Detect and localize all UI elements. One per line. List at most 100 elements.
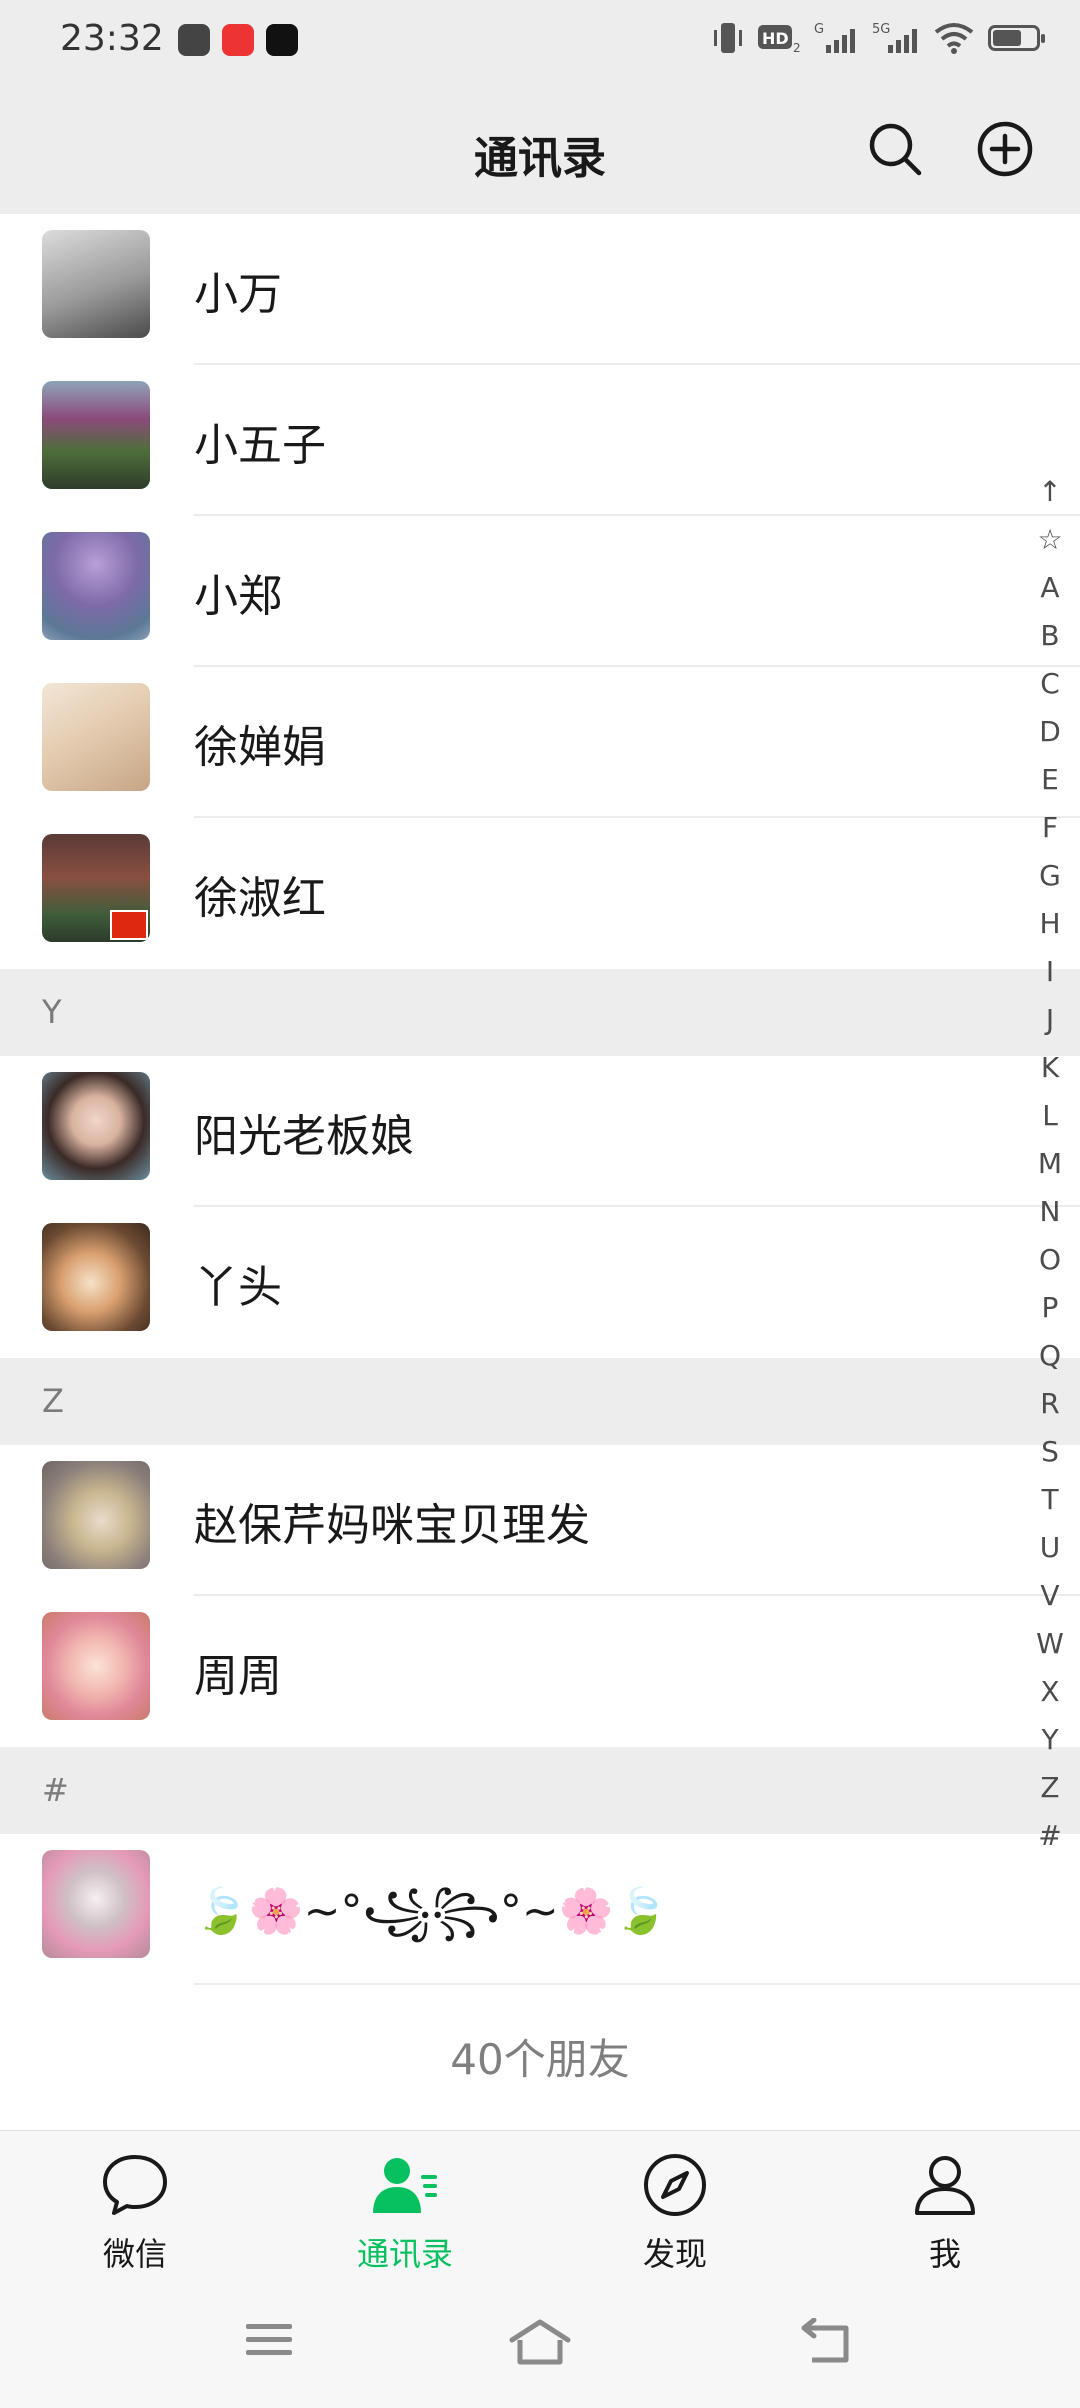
back-icon[interactable] (798, 2318, 852, 2366)
battery-icon (988, 25, 1045, 51)
avatar (42, 1461, 150, 1569)
contact-row[interactable]: 阳光老板娘 (0, 1056, 1080, 1207)
index-letter[interactable]: R (1030, 1380, 1070, 1428)
contact-name: 小万 (194, 269, 282, 320)
contact-row[interactable]: 🍃🌸~°꧁꧂°~🌸🍃 (0, 1834, 1080, 1985)
contact-name: 小五子 (194, 420, 326, 471)
svg-text:HD: HD (762, 29, 789, 48)
index-letter[interactable]: Q (1030, 1332, 1070, 1380)
index-letter[interactable]: M (1030, 1140, 1070, 1188)
tab-label: 通讯录 (356, 2235, 453, 2273)
section-letter: Z (42, 1382, 64, 1420)
index-letter[interactable]: # (1030, 1812, 1070, 1860)
tab-me[interactable]: 我 (845, 2131, 1045, 2279)
section-header: # (0, 1747, 1080, 1834)
status-app-icons (178, 24, 298, 56)
index-letter[interactable]: H (1030, 900, 1070, 948)
flag-badge (110, 910, 148, 940)
contact-row[interactable]: 小郑 (0, 516, 1080, 667)
contact-row[interactable]: 丫头 (0, 1207, 1080, 1358)
status-bar: 23:32 HD 2 G 5G (0, 0, 1080, 84)
avatar (42, 381, 150, 489)
avatar (42, 532, 150, 640)
avatar (42, 1850, 150, 1958)
contact-name: 周周 (194, 1651, 282, 1702)
index-letter[interactable]: B (1030, 612, 1070, 660)
index-letter[interactable]: Y (1030, 1716, 1070, 1764)
index-letter[interactable]: Z (1030, 1764, 1070, 1812)
section-header: Z (0, 1358, 1080, 1445)
index-letter[interactable]: ↑ (1030, 468, 1070, 516)
avatar (42, 1072, 150, 1180)
contact-name: 阳光老板娘 (194, 1111, 414, 1162)
wifi-icon (934, 23, 974, 54)
home-icon[interactable] (508, 2318, 572, 2366)
index-letter[interactable]: V (1030, 1572, 1070, 1620)
contact-name: 徐淑红 (194, 873, 326, 924)
status-time: 23:32 (60, 18, 164, 59)
index-letter[interactable]: J (1030, 996, 1070, 1044)
contact-row[interactable]: 徐淑红 (0, 818, 1080, 969)
index-letter[interactable]: A (1030, 564, 1070, 612)
section-header: Y (0, 969, 1080, 1056)
index-letter[interactable]: C (1030, 660, 1070, 708)
friend-count: 40个朋友 (0, 1985, 1080, 2135)
chat-bubble-icon (103, 2155, 167, 2215)
index-letter[interactable]: P (1030, 1284, 1070, 1332)
index-letter[interactable]: I (1030, 948, 1070, 996)
index-letter[interactable]: N (1030, 1188, 1070, 1236)
tab-label: 我 (928, 2235, 961, 2273)
index-letter[interactable]: W (1030, 1620, 1070, 1668)
contact-name: 🍃🌸~°꧁꧂°~🌸🍃 (194, 1886, 669, 1937)
index-letter[interactable]: X (1030, 1668, 1070, 1716)
signal-5g-icon: 5G (872, 22, 917, 53)
search-icon[interactable] (866, 120, 924, 178)
section-letter: # (42, 1771, 69, 1809)
notification-app-icon (266, 24, 298, 56)
system-nav-bar (0, 2278, 1080, 2408)
index-letter[interactable]: T (1030, 1476, 1070, 1524)
menu-icon[interactable] (244, 2318, 294, 2362)
contacts-icon (373, 2158, 437, 2213)
person-icon (915, 2156, 975, 2215)
index-letter[interactable]: ☆ (1030, 516, 1070, 564)
contact-row[interactable]: 赵保芹妈咪宝贝理发 (0, 1445, 1080, 1596)
contact-name: 徐婵娟 (194, 722, 326, 773)
index-letter[interactable]: L (1030, 1092, 1070, 1140)
index-letter[interactable]: K (1030, 1044, 1070, 1092)
index-letter[interactable]: E (1030, 756, 1070, 804)
avatar (42, 230, 150, 338)
notification-app-icon (178, 24, 210, 56)
index-letter[interactable]: G (1030, 852, 1070, 900)
contact-name: 丫头 (194, 1262, 282, 1313)
compass-icon (644, 2154, 706, 2216)
svg-text:2: 2 (793, 41, 800, 53)
tab-contacts[interactable]: 通讯录 (305, 2131, 505, 2279)
tab-chats[interactable]: 微信 (35, 2131, 235, 2279)
index-letter[interactable]: U (1030, 1524, 1070, 1572)
header-bar: 通讯录 (0, 84, 1080, 214)
add-icon[interactable] (976, 120, 1034, 178)
index-letter[interactable]: F (1030, 804, 1070, 852)
contact-name: 小郑 (194, 571, 282, 622)
tab-bar: 微信 通讯录 发现 我 (0, 2130, 1080, 2279)
index-letter[interactable]: O (1030, 1236, 1070, 1284)
notification-app-icon (222, 24, 254, 56)
tab-label: 发现 (642, 2235, 707, 2273)
contact-name: 赵保芹妈咪宝贝理发 (194, 1500, 590, 1551)
svg-text:5G: 5G (872, 22, 890, 37)
contact-list[interactable]: 小万 小五子 小郑 徐婵娟 徐淑红 Y 阳光老板娘 丫头 Z 赵保芹妈咪宝贝理发… (0, 214, 1080, 2135)
svg-text:G: G (814, 22, 824, 37)
hd-icon: HD 2 (758, 25, 800, 53)
contact-row[interactable]: 徐婵娟 (0, 667, 1080, 818)
index-letter[interactable]: S (1030, 1428, 1070, 1476)
contact-row[interactable]: 小五子 (0, 365, 1080, 516)
tab-discover[interactable]: 发现 (575, 2131, 775, 2279)
signal-g-icon: G (814, 22, 855, 53)
section-letter: Y (42, 993, 62, 1031)
index-letter[interactable]: D (1030, 708, 1070, 756)
alphabet-index[interactable]: ↑ ☆ A B C D E F G H I J K L M N O P Q R S T U V W X Y Z # (1030, 468, 1070, 1860)
contact-row[interactable]: 周周 (0, 1596, 1080, 1747)
avatar (42, 1612, 150, 1720)
contact-row[interactable]: 小万 (0, 214, 1080, 365)
